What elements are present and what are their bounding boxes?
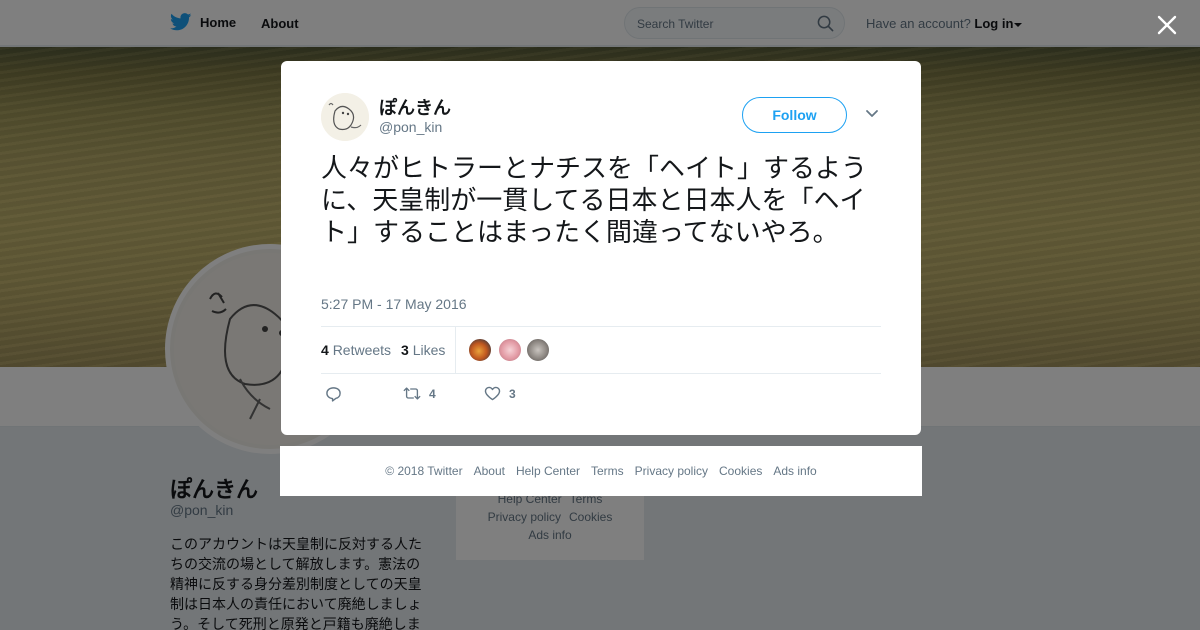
- likes-stat[interactable]: 3 Likes: [401, 342, 445, 358]
- tweet-text: 人々がヒトラーとナチスを「ヘイト」するように、天皇制が一貫してる日本と日本人を「…: [321, 154, 868, 248]
- follow-button[interactable]: Follow: [742, 97, 847, 133]
- like-button[interactable]: 3: [484, 386, 516, 401]
- liker-avatar[interactable]: [498, 338, 522, 362]
- liker-avatar[interactable]: [468, 338, 492, 362]
- reply-icon: [326, 387, 341, 402]
- footer-link-help-center[interactable]: Help Center: [516, 464, 580, 478]
- retweet-button[interactable]: 4: [403, 386, 436, 401]
- tweet-author-avatar[interactable]: [321, 93, 369, 141]
- reply-button[interactable]: [325, 386, 342, 402]
- like-count: 3: [509, 386, 516, 401]
- chevron-down-icon[interactable]: [865, 109, 879, 119]
- footer-copyright: © 2018 Twitter: [385, 464, 463, 478]
- tweet-stats: 4 Retweets 3 Likes: [321, 326, 881, 374]
- footer-link-ads-info[interactable]: Ads info: [773, 464, 816, 478]
- heart-icon: [484, 386, 501, 401]
- retweet-icon: [403, 387, 421, 400]
- retweets-count: 4: [321, 342, 329, 358]
- footer-link-about[interactable]: About: [474, 464, 505, 478]
- likes-label: Likes: [412, 342, 446, 358]
- retweets-label: Retweets: [332, 342, 392, 358]
- tweet-author-name[interactable]: ぽんきん: [379, 94, 451, 120]
- tweet-author-handle[interactable]: @pon_kin: [379, 119, 442, 135]
- tweet-modal: ぽんきん @pon_kin Follow 人々がヒトラーとナチスを「ヘイト」する…: [281, 61, 921, 435]
- footer-link-terms[interactable]: Terms: [591, 464, 624, 478]
- stats-divider: [455, 327, 456, 373]
- footer-bar: © 2018 Twitter About Help Center Terms P…: [280, 446, 922, 496]
- liker-avatar[interactable]: [526, 338, 550, 362]
- likes-count: 3: [401, 342, 409, 358]
- footer-link-cookies[interactable]: Cookies: [719, 464, 762, 478]
- footer-link-privacy[interactable]: Privacy policy: [635, 464, 708, 478]
- retweet-count: 4: [429, 386, 436, 401]
- avatar-drawing: [321, 93, 369, 141]
- tweet-actions: 4 3: [321, 386, 881, 406]
- retweets-stat[interactable]: 4 Retweets: [321, 342, 391, 358]
- tweet-timestamp[interactable]: 5:27 PM - 17 May 2016: [321, 296, 467, 312]
- close-icon[interactable]: [1156, 14, 1178, 36]
